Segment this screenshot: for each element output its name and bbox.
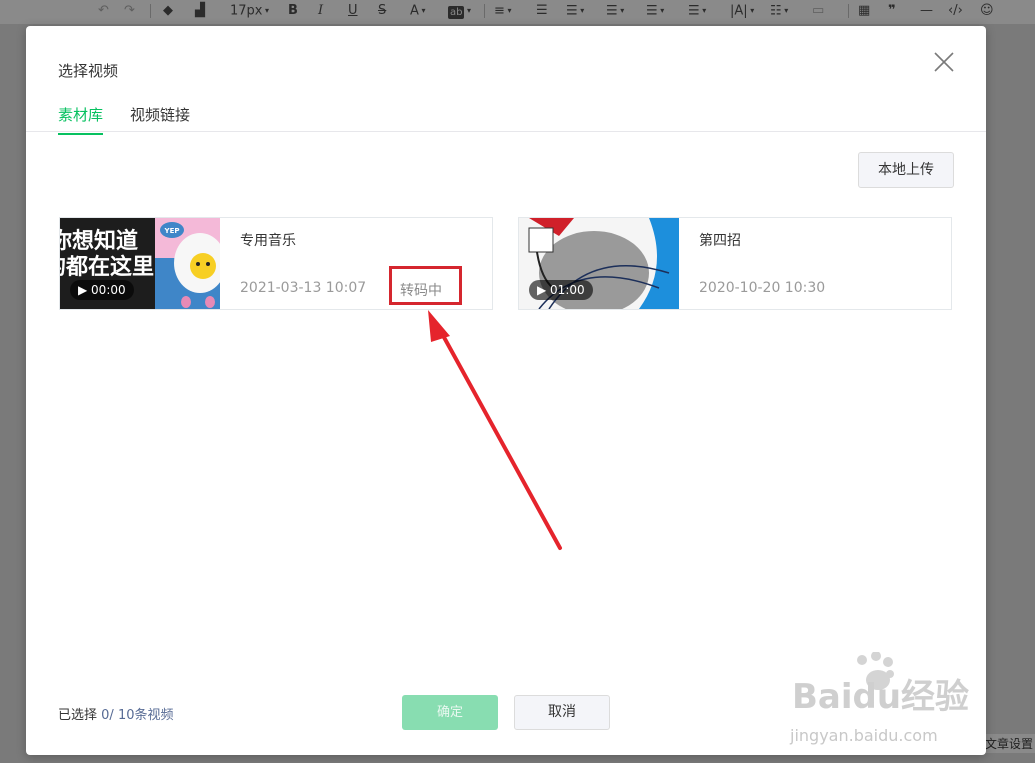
duration-text: 00:00 — [91, 283, 126, 297]
underline-icon[interactable]: U — [348, 2, 358, 20]
list-indent-icon[interactable]: ☰ — [688, 2, 706, 20]
strikethrough-icon[interactable]: S — [378, 2, 386, 20]
format-painter-icon[interactable]: ◆ — [163, 2, 173, 20]
video-name: 第四招 — [699, 233, 741, 249]
code-icon[interactable]: ‹/› — [948, 2, 963, 20]
duration-text: 01:00 — [550, 283, 585, 297]
article-settings-link[interactable]: 文章设置 — [982, 734, 1035, 753]
indent-icon[interactable]: ☰ — [536, 2, 548, 20]
font-color-icon[interactable]: A — [410, 2, 425, 20]
thumb-caption-line-1: 你想知道 — [60, 228, 138, 254]
video-name: 专用音乐 — [240, 233, 296, 249]
tab-video-link[interactable]: 视频链接 — [130, 104, 190, 133]
italic-icon[interactable]: I — [318, 2, 323, 20]
paragraph-spacing-icon[interactable]: ☰ — [606, 2, 624, 20]
emoji-icon[interactable]: ☺ — [980, 2, 994, 20]
toolbar-divider — [150, 4, 151, 18]
format-icon[interactable]: ▭ — [812, 2, 824, 20]
watermark-brand: Baidu经验 — [792, 677, 969, 717]
baidu-watermark: Baidu经验 jingyan.baidu.com — [790, 651, 990, 745]
duration-badge: ▶ 01:00 — [529, 280, 593, 300]
quote-icon[interactable]: ❞ — [888, 2, 896, 20]
yep-sticker-text: YEP — [164, 227, 180, 235]
thumb-caption-line-2: 的都在这里 — [60, 254, 154, 280]
selected-count-info: 已选择 0/ 10条视频 — [58, 704, 173, 723]
undo-icon[interactable]: ↶ — [98, 2, 109, 20]
dialog-title: 选择视频 — [58, 62, 119, 80]
video-date: 2021-03-13 10:07 — [240, 280, 367, 296]
tab-divider — [26, 131, 986, 132]
bullet-list-icon[interactable]: ☷ — [770, 2, 788, 20]
editor-toolbar: ↶ ↷ ◆ ▟ 17px B I U S A ab ≡ ☰ ☰ ☰ ☰ ☰ |A… — [0, 0, 1035, 24]
letter-spacing-icon[interactable]: |A| — [730, 2, 754, 20]
local-upload-button[interactable]: 本地上传 — [858, 152, 954, 188]
background-color-icon[interactable]: ab — [448, 2, 471, 20]
video-date: 2020-10-20 10:30 — [699, 280, 826, 296]
status-highlight-box — [389, 266, 462, 305]
watermark-url: jingyan.baidu.com — [790, 726, 938, 745]
clear-format-icon[interactable]: ▟ — [195, 2, 205, 20]
toolbar-divider — [484, 4, 485, 18]
video-thumbnail: ▶ 01:00 — [519, 218, 679, 309]
selected-label: 已选择 — [58, 708, 98, 723]
font-size-select[interactable]: 17px — [230, 2, 269, 20]
video-thumbnail: YEP 你想知道 的都在这里 ▶ 00:00 — [60, 218, 220, 309]
close-icon[interactable] — [932, 50, 956, 74]
duration-badge: ▶ 00:00 — [70, 280, 134, 300]
align-icon[interactable]: ≡ — [494, 2, 511, 20]
selected-count: 0/ 10条视频 — [101, 708, 174, 723]
text-spacing-icon[interactable]: ☰ — [646, 2, 664, 20]
divider-line-icon[interactable]: — — [920, 2, 933, 20]
video-card[interactable]: ▶ 01:00 第四招 2020-10-20 10:30 — [518, 217, 952, 310]
redo-icon[interactable]: ↷ — [124, 2, 135, 20]
confirm-button[interactable]: 确定 — [402, 695, 498, 730]
toolbar-divider — [848, 4, 849, 18]
select-video-dialog: 选择视频 素材库 视频链接 本地上传 YEP 你想知道 都在这里 ▶ 00:00… — [26, 26, 986, 755]
bold-icon[interactable]: B — [288, 2, 298, 20]
line-height-icon[interactable]: ☰ — [566, 2, 584, 20]
cancel-button[interactable]: 取消 — [514, 695, 610, 730]
table-icon[interactable]: ▦ — [858, 2, 870, 20]
